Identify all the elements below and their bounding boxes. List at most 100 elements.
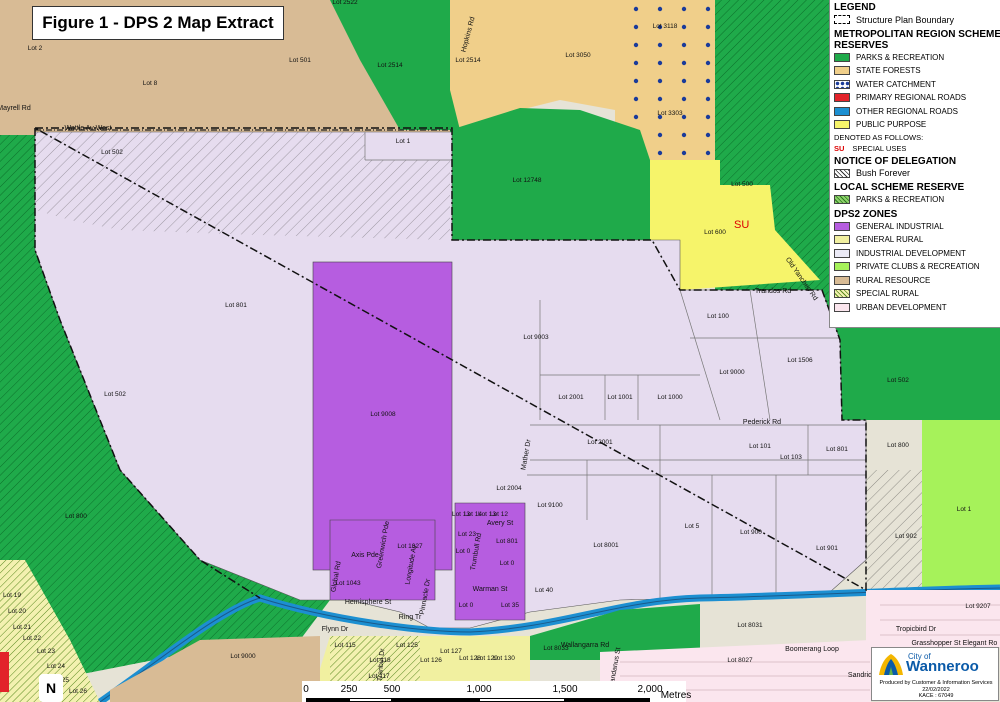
lot-label: Lot 101 xyxy=(749,443,771,450)
lot-label: Lot 127 xyxy=(440,648,462,655)
zone-label: SPECIAL RURAL xyxy=(856,289,919,299)
mrs-swatch xyxy=(834,79,850,89)
mrs-swatch xyxy=(834,66,850,76)
bush-forever-swatch xyxy=(834,168,850,178)
lsr-row: PARKS & RECREATION xyxy=(834,193,1000,207)
zone-swatch xyxy=(834,289,850,299)
road-label: Tropicbird Dr xyxy=(896,626,937,633)
scale-seg-3 xyxy=(392,698,479,702)
scale-seg-1 xyxy=(306,698,349,702)
road-label: Avery St xyxy=(487,520,513,527)
zone-swatch xyxy=(834,275,850,285)
lot-label: Lot 2522 xyxy=(332,0,358,6)
scale-bar: 0 250 500 1,000 1,500 2,000 Metres xyxy=(302,681,691,702)
zone-item: RURAL RESOURCE xyxy=(834,274,1000,288)
lot-label: Lot 24 xyxy=(47,663,65,670)
map-title: Figure 1 - DPS 2 Map Extract xyxy=(32,6,284,40)
lot-label: Lot 8031 xyxy=(737,622,763,629)
scale-seg-4 xyxy=(479,698,565,702)
lot-label: Lot 12748 xyxy=(513,177,542,184)
lot-label: Lot 1506 xyxy=(787,357,813,364)
parks-recreation-east xyxy=(829,328,1000,420)
mrs-label: WATER CATCHMENT xyxy=(856,79,936,89)
road-label: Sandrid xyxy=(848,672,872,679)
city-credit: Produced by Customer & Information Servi… xyxy=(876,680,996,700)
road-label: Hemisphere St xyxy=(345,599,391,606)
lot-label: Lot 2001 xyxy=(587,439,613,446)
road-label: Flynn Dr xyxy=(322,626,349,633)
mrs-list: PARKS & RECREATION STATE FORESTS WATER CAT… xyxy=(834,51,1000,132)
zone-item: SPECIAL RURAL xyxy=(834,287,1000,301)
map-title-text: Figure 1 - DPS 2 Map Extract xyxy=(42,13,274,32)
special-use-marker: SU xyxy=(734,219,749,231)
lot-label: Lot 9003 xyxy=(523,334,549,341)
road-label: Elegant Ro xyxy=(963,640,998,647)
lot-label: Lot 23 xyxy=(458,531,476,538)
lot-label: Lot 19 xyxy=(3,592,21,599)
lot-label: Lot 26 xyxy=(69,688,87,695)
lot-label: Lot 35 xyxy=(501,602,519,609)
scale-tick-1500: 1,500 xyxy=(552,684,578,695)
lot-label: Lot 21 xyxy=(13,624,31,631)
lot-label: Lot 23 xyxy=(37,648,55,655)
mrs-label: PRIMARY REGIONAL ROADS xyxy=(856,93,967,103)
zone-item: URBAN DEVELOPMENT xyxy=(834,301,1000,315)
lot-label: Lot 103 xyxy=(780,454,802,461)
lot-label: Lot 800 xyxy=(65,513,87,520)
lot-label: Lot 9000 xyxy=(230,653,256,660)
lot-label: Lot 502 xyxy=(104,391,126,398)
mrs-heading: METROPOLITAN REGION SCHEME RESERVES xyxy=(834,28,1000,51)
mrs-item: STATE FORESTS xyxy=(834,64,1000,78)
zone-label: INDUSTRIAL DEVELOPMENT xyxy=(856,248,966,258)
road-label: Ring Tr xyxy=(399,614,422,621)
lot-label: Lot 500 xyxy=(731,181,753,188)
zone-item: GENERAL RURAL xyxy=(834,233,1000,247)
lot-label: Lot 2514 xyxy=(455,57,481,64)
zone-label: URBAN DEVELOPMENT xyxy=(856,302,947,312)
zone-swatch xyxy=(834,302,850,312)
lot-label: Lot 8027 xyxy=(727,657,753,664)
lot-label: Lot 900 xyxy=(740,529,762,536)
su-row: SU SPECIAL USES xyxy=(834,143,1000,154)
lot-label: Lot 2001 xyxy=(558,394,584,401)
zone-item: INDUSTRIAL DEVELOPMENT xyxy=(834,247,1000,261)
legend-boundary: Structure Plan Boundary xyxy=(834,13,1000,27)
zone-label: PRIVATE CLUBS & RECREATION xyxy=(856,262,980,272)
road-label: Axis Pde xyxy=(351,552,379,559)
scale-tick-250: 250 xyxy=(340,684,358,695)
lot-label: Lot 115 xyxy=(334,642,356,649)
zone-swatch xyxy=(834,235,850,245)
road-label: Grasshopper St xyxy=(911,640,960,647)
zone-swatch xyxy=(834,262,850,272)
zone-label: RURAL RESOURCE xyxy=(856,275,931,285)
north-arrow-text: N xyxy=(45,680,57,696)
scale-unit: Metres xyxy=(660,690,692,701)
lot-label: Lot 126 xyxy=(420,657,442,664)
lot-label: Lot 501 xyxy=(289,57,311,64)
road-label: Warman St xyxy=(473,586,508,593)
lot-label: Lot 2 xyxy=(28,45,43,52)
legend-heading: LEGEND xyxy=(834,2,876,13)
boundary-swatch xyxy=(834,15,850,25)
delegation-heading: NOTICE OF DELEGATION xyxy=(834,155,957,167)
scale-seg-2 xyxy=(349,698,392,702)
lot-label: Lot 801 xyxy=(496,538,518,545)
lot-label: Lot 22 xyxy=(23,635,41,642)
road-label: Boomerang Loop xyxy=(785,646,839,653)
legend-panel: LEGEND Structure Plan Boundary METROPOLI… xyxy=(829,0,1000,328)
lsr-heading: LOCAL SCHEME RESERVE xyxy=(834,182,965,193)
mrs-item: PARKS & RECREATION xyxy=(834,51,1000,65)
scale-tick-0: 0 xyxy=(303,684,309,695)
zone-item: PRIVATE CLUBS & RECREATION xyxy=(834,260,1000,274)
bush-forever-label: Bush Forever xyxy=(856,168,911,179)
zone-swatch xyxy=(834,248,850,258)
boundary-label: Structure Plan Boundary xyxy=(856,14,955,25)
lot-label: Lot 502 xyxy=(101,149,123,156)
lot-label: Lot 9207 xyxy=(965,603,991,610)
lot-label: Lot 2514 xyxy=(377,62,403,69)
mrs-item: OTHER REGIONAL ROADS xyxy=(834,105,1000,119)
lot-label: Lot 125 xyxy=(396,642,418,649)
scale-tick-1000: 1,000 xyxy=(466,684,492,695)
lot-label: Lot 9008 xyxy=(370,411,396,418)
lot-label: Lot 800 xyxy=(887,442,909,449)
